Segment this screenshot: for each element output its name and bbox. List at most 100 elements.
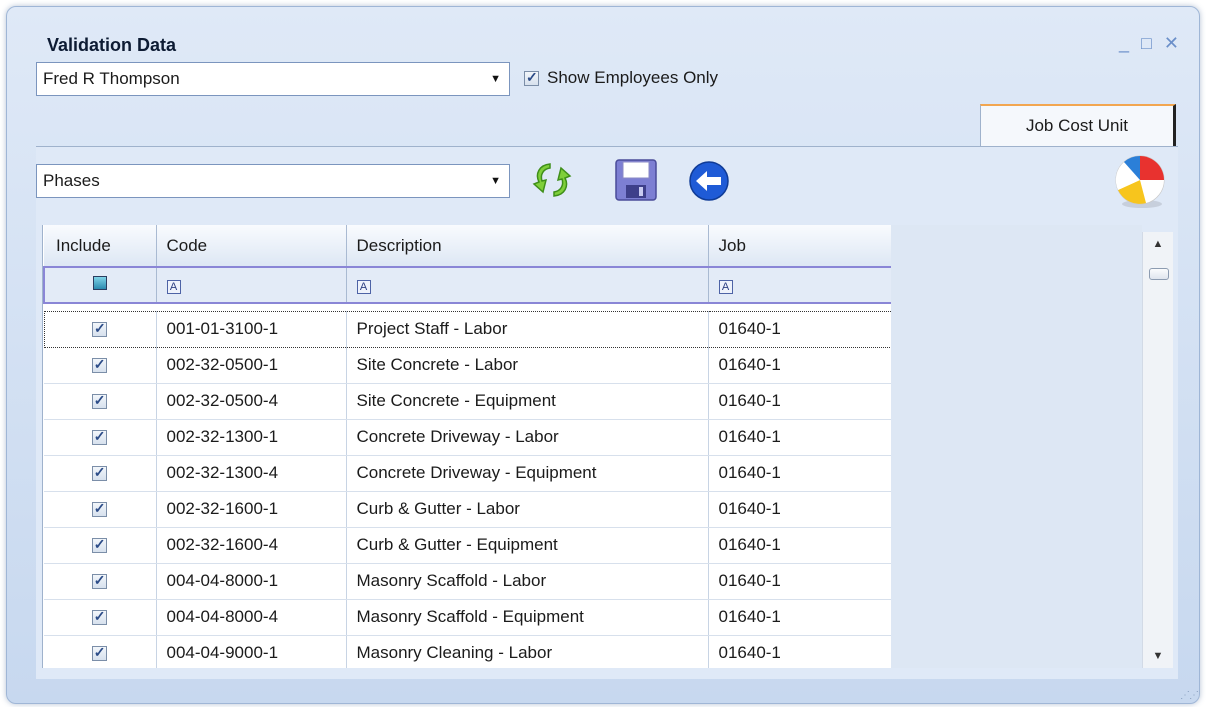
description-cell[interactable]: Curb & Gutter - Equipment	[346, 527, 709, 564]
description-cell[interactable]: Curb & Gutter - Labor	[346, 491, 709, 528]
filter-checkbox-icon[interactable]	[92, 276, 107, 290]
table-row[interactable]: 002-32-0500-1 Site Concrete - Labor 0164…	[44, 347, 891, 384]
table-row[interactable]: 004-04-9000-1 Masonry Cleaning - Labor 0…	[44, 635, 891, 668]
maximize-icon[interactable]: □	[1141, 33, 1152, 54]
table-row[interactable]: 002-32-1300-4 Concrete Driveway - Equipm…	[44, 455, 891, 492]
include-cell[interactable]	[44, 635, 157, 668]
job-cell[interactable]: 01640-1	[708, 455, 891, 492]
code-cell[interactable]: 002-32-0500-4	[156, 383, 347, 420]
code-cell[interactable]: 002-32-1600-4	[156, 527, 347, 564]
include-checkbox[interactable]	[91, 428, 107, 446]
description-cell[interactable]: Masonry Scaffold - Labor	[346, 563, 709, 600]
table-row[interactable]: 002-32-1600-4 Curb & Gutter - Equipment …	[44, 527, 891, 564]
grid-empty-area	[890, 225, 1142, 668]
filter-code[interactable]: A	[156, 266, 347, 304]
include-checkbox[interactable]	[91, 356, 107, 374]
include-checkbox[interactable]	[91, 572, 107, 590]
description-cell[interactable]: Project Staff - Labor	[346, 310, 709, 348]
include-cell[interactable]	[44, 599, 157, 636]
include-checkbox[interactable]	[91, 464, 107, 482]
include-cell[interactable]	[43, 310, 157, 348]
show-employees-only-option[interactable]: Show Employees Only	[524, 68, 718, 88]
column-header-code[interactable]: Code	[156, 225, 347, 268]
table-row[interactable]: 004-04-8000-1 Masonry Scaffold - Labor 0…	[44, 563, 891, 600]
resize-grip-icon[interactable]: ⋰⋰	[1180, 690, 1199, 701]
beach-ball-icon[interactable]	[1110, 152, 1170, 210]
filter-include[interactable]	[43, 266, 157, 304]
employee-select[interactable]: Fred R Thompson ▼	[36, 62, 510, 96]
tab-label: Job Cost Unit	[1025, 116, 1129, 135]
phase-select-value: Phases	[43, 171, 100, 190]
scroll-down-icon[interactable]: ▼	[1143, 650, 1173, 662]
description-cell[interactable]: Masonry Cleaning - Labor	[346, 635, 709, 668]
include-checkbox[interactable]	[92, 320, 107, 338]
phases-table: Include Code Description Job A A A 001-0…	[43, 225, 891, 668]
column-header-description[interactable]: Description	[346, 225, 709, 268]
table-row[interactable]: 002-32-0500-4 Site Concrete - Equipment …	[44, 383, 891, 420]
close-icon[interactable]: ✕	[1164, 33, 1179, 54]
filter-text-icon[interactable]: A	[356, 280, 371, 294]
description-cell[interactable]: Concrete Driveway - Equipment	[346, 455, 709, 492]
header-row: Include Code Description Job	[44, 225, 891, 268]
include-checkbox[interactable]	[91, 608, 107, 626]
filter-description[interactable]: A	[346, 266, 709, 304]
table-row[interactable]: 002-32-1300-1 Concrete Driveway - Labor …	[44, 419, 891, 456]
include-cell[interactable]	[44, 383, 157, 420]
tab-job-cost-unit[interactable]: Job Cost Unit	[980, 104, 1176, 146]
show-employees-only-label: Show Employees Only	[547, 68, 719, 87]
job-cell[interactable]: 01640-1	[708, 310, 891, 348]
include-cell[interactable]	[44, 563, 157, 600]
include-cell[interactable]	[44, 419, 157, 456]
minimize-icon[interactable]: _	[1119, 33, 1129, 54]
column-header-include[interactable]: Include	[44, 225, 157, 268]
include-cell[interactable]	[44, 347, 157, 384]
include-checkbox[interactable]	[91, 536, 107, 554]
job-cell[interactable]: 01640-1	[708, 347, 891, 384]
include-checkbox[interactable]	[91, 644, 107, 662]
description-cell[interactable]: Site Concrete - Equipment	[346, 383, 709, 420]
window-controls: _ □ ✕	[1119, 33, 1179, 54]
include-checkbox[interactable]	[91, 392, 107, 410]
description-cell[interactable]: Site Concrete - Labor	[346, 347, 709, 384]
job-cell[interactable]: 01640-1	[708, 563, 891, 600]
dropdown-arrow-icon[interactable]: ▼	[490, 73, 501, 85]
filter-job[interactable]: A	[708, 266, 891, 304]
code-cell[interactable]: 004-04-8000-1	[156, 563, 347, 600]
save-icon[interactable]	[612, 156, 660, 204]
job-cell[interactable]: 01640-1	[708, 527, 891, 564]
column-header-job[interactable]: Job	[708, 225, 891, 268]
refresh-icon[interactable]	[530, 158, 574, 202]
include-cell[interactable]	[44, 491, 157, 528]
include-cell[interactable]	[44, 455, 157, 492]
filter-text-icon[interactable]: A	[166, 280, 181, 294]
dropdown-arrow-icon[interactable]: ▼	[490, 175, 501, 187]
job-cell[interactable]: 01640-1	[708, 383, 891, 420]
code-cell[interactable]: 002-32-0500-1	[156, 347, 347, 384]
code-cell[interactable]: 001-01-3100-1	[156, 310, 347, 348]
job-cell[interactable]: 01640-1	[708, 599, 891, 636]
code-cell[interactable]: 004-04-8000-4	[156, 599, 347, 636]
table-row[interactable]: 002-32-1600-1 Curb & Gutter - Labor 0164…	[44, 491, 891, 528]
include-cell[interactable]	[44, 527, 157, 564]
show-employees-only-checkbox[interactable]	[524, 69, 539, 86]
code-cell[interactable]: 004-04-9000-1	[156, 635, 347, 668]
code-cell[interactable]: 002-32-1300-4	[156, 455, 347, 492]
scroll-up-icon[interactable]: ▲	[1143, 238, 1173, 250]
employee-select-value: Fred R Thompson	[43, 69, 180, 88]
phase-select[interactable]: Phases ▼	[36, 164, 510, 198]
scrollbar-thumb[interactable]	[1149, 268, 1169, 280]
job-cell[interactable]: 01640-1	[708, 419, 891, 456]
code-cell[interactable]: 002-32-1600-1	[156, 491, 347, 528]
include-checkbox[interactable]	[91, 500, 107, 518]
filter-text-icon[interactable]: A	[718, 280, 733, 294]
description-cell[interactable]: Masonry Scaffold - Equipment	[346, 599, 709, 636]
job-cell[interactable]: 01640-1	[708, 491, 891, 528]
table-row[interactable]: 001-01-3100-1 Project Staff - Labor 0164…	[43, 310, 891, 348]
job-cell[interactable]: 01640-1	[708, 635, 891, 668]
phases-grid: Include Code Description Job A A A 001-0…	[42, 225, 891, 668]
description-cell[interactable]: Concrete Driveway - Labor	[346, 419, 709, 456]
table-row[interactable]: 004-04-8000-4 Masonry Scaffold - Equipme…	[44, 599, 891, 636]
back-arrow-icon[interactable]	[688, 160, 730, 202]
code-cell[interactable]: 002-32-1300-1	[156, 419, 347, 456]
vertical-scrollbar[interactable]: ▲ ▼	[1142, 232, 1173, 668]
